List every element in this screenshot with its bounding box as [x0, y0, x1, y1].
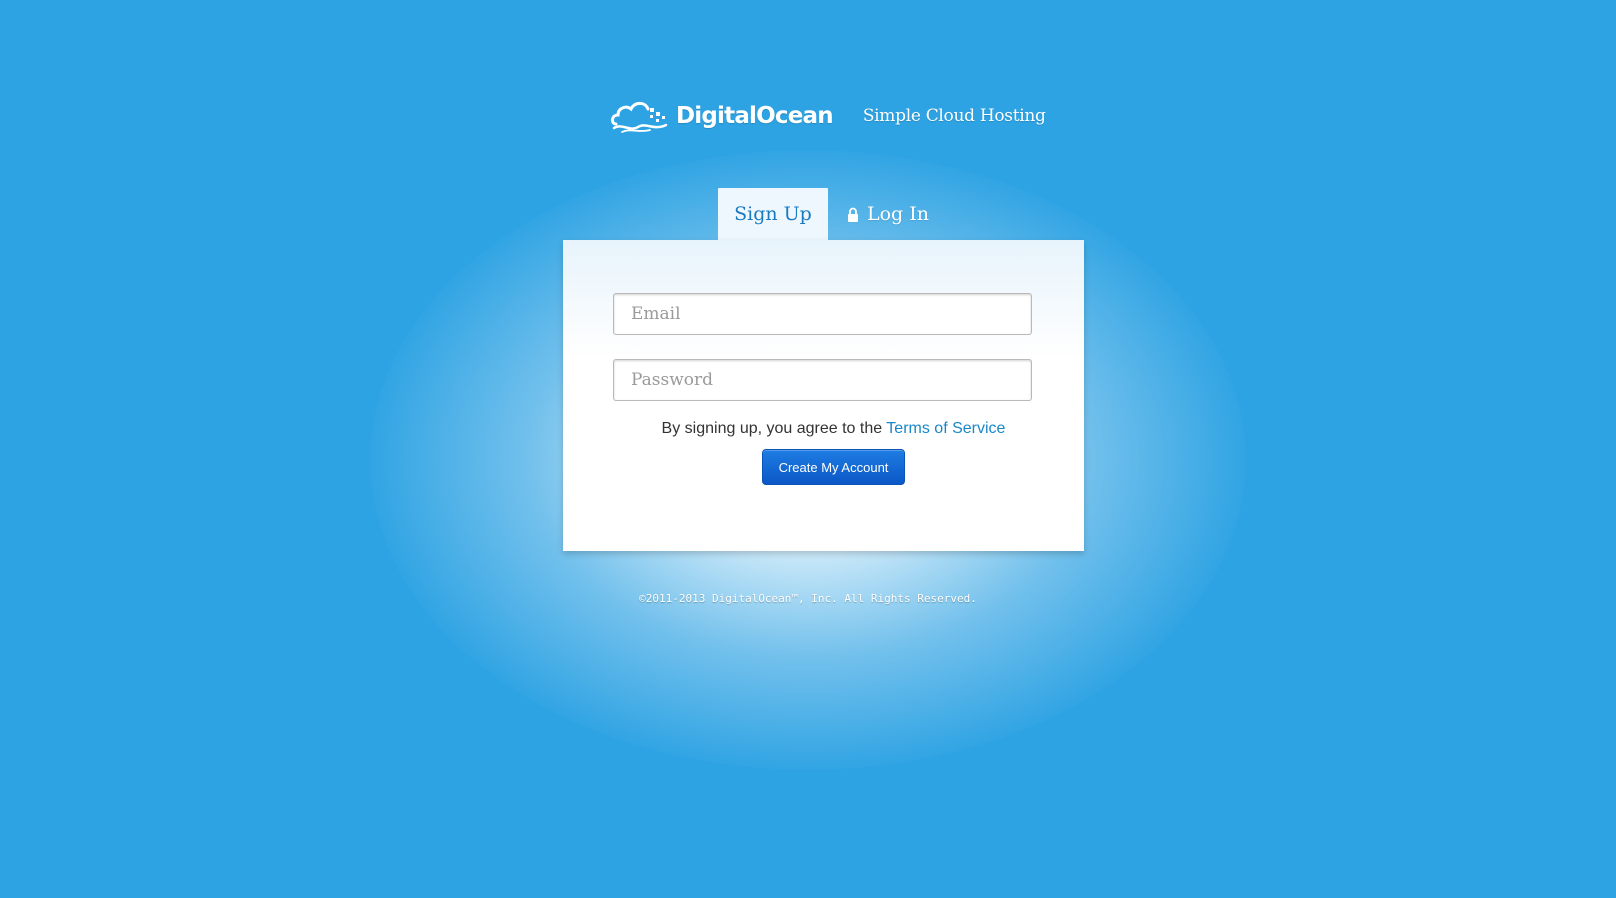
- brand-name: DigitalOcean: [676, 103, 834, 129]
- tab-sign-up[interactable]: Sign Up: [718, 188, 828, 240]
- cloud-logo-icon: [611, 101, 668, 133]
- terms-text: By signing up, you agree to the: [661, 420, 883, 437]
- copyright-footer: ©2011-2013 DigitalOcean™, Inc. All Right…: [639, 592, 977, 605]
- site-header: DigitalOcean Simple Cloud Hosting: [610, 96, 1046, 136]
- tagline: Simple Cloud Hosting: [862, 106, 1046, 126]
- tab-sign-up-label: Sign Up: [734, 203, 812, 225]
- lock-icon: [847, 207, 858, 222]
- terms-notice: By signing up, you agree to the Terms of…: [563, 420, 1084, 438]
- create-account-button[interactable]: Create My Account: [762, 449, 905, 485]
- tab-log-in-label: Log In: [866, 203, 929, 225]
- terms-of-service-link[interactable]: Terms of Service: [886, 420, 1005, 437]
- signup-form-card: By signing up, you agree to the Terms of…: [563, 240, 1084, 551]
- brand-logo[interactable]: DigitalOcean: [610, 98, 834, 134]
- password-field[interactable]: [613, 359, 1032, 401]
- auth-tabs: Sign Up Log In: [718, 188, 948, 240]
- email-field[interactable]: [613, 293, 1032, 335]
- tab-log-in[interactable]: Log In: [828, 188, 948, 240]
